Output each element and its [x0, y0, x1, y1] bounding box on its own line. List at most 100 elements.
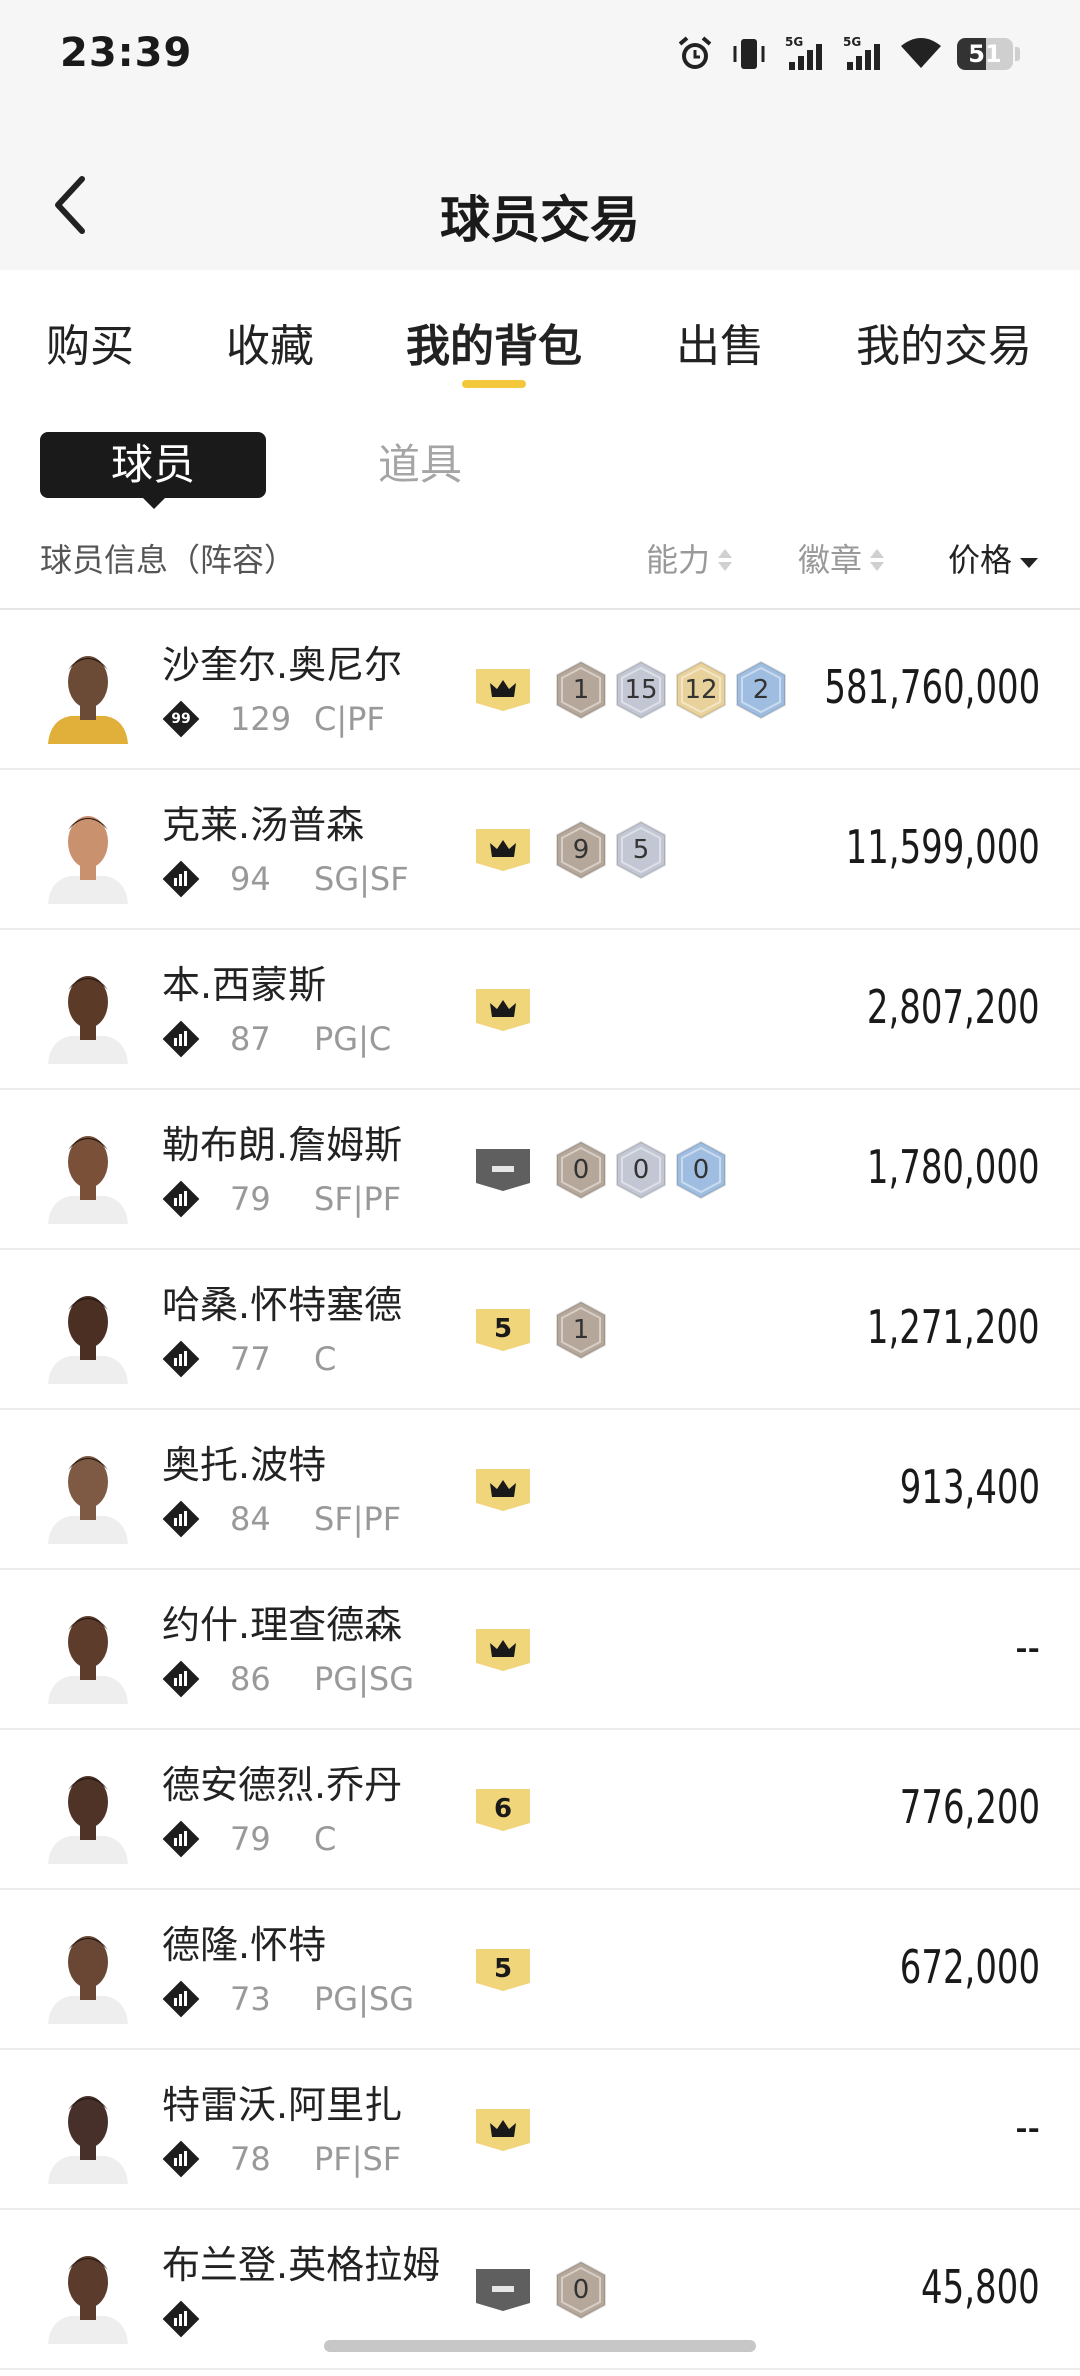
tab-buy[interactable]: 购买	[46, 310, 134, 374]
player-price: --	[1015, 2100, 1040, 2154]
ability-badges: 0 0 0	[476, 1138, 728, 1202]
player-meta: 79 C	[162, 1820, 336, 1858]
ability-badges: 51	[476, 1298, 608, 1362]
alarm-icon	[675, 34, 715, 74]
ability-badges: 95	[476, 818, 668, 882]
player-row[interactable]: 奥托.波特 84 SF|PF 913,400	[0, 1410, 1080, 1570]
player-avatar	[40, 1120, 136, 1224]
player-price: 11,599,000	[845, 820, 1040, 874]
player-row[interactable]: 特雷沃.阿里扎 78 PF|SF --	[0, 2050, 1080, 2210]
player-rating: 73	[230, 1980, 271, 2018]
player-position: PG|SG	[314, 1660, 414, 1698]
player-meta	[162, 2300, 314, 2338]
player-avatar	[40, 2080, 136, 2184]
tab-sell[interactable]: 出售	[676, 310, 764, 374]
player-position: SG|SF	[314, 860, 409, 898]
tab-favorites[interactable]: 收藏	[226, 310, 314, 374]
badge-count: 0	[692, 1155, 710, 1185]
player-name: 特雷沃.阿里扎	[162, 2083, 403, 2127]
badge-hexagon-silver: 5	[614, 820, 668, 880]
ability-card-gold: 5	[476, 1309, 530, 1351]
player-position: PG|C	[314, 1020, 392, 1058]
player-rating: 77	[230, 1340, 271, 1378]
tier-diamond-icon	[162, 1660, 200, 1698]
player-position: PG|SG	[314, 1980, 414, 2018]
home-indicator[interactable]	[324, 2340, 756, 2352]
tier-diamond-icon	[162, 1980, 200, 2018]
player-row[interactable]: 本.西蒙斯 87 PG|C 2,807,200	[0, 930, 1080, 1090]
player-position: SF|PF	[314, 1180, 402, 1218]
badge-count: 2	[752, 675, 770, 705]
player-row[interactable]: 德安德烈.乔丹 79 C 6 776,200	[0, 1730, 1080, 1890]
player-avatar	[40, 640, 136, 744]
player-price: 45,800	[921, 2260, 1040, 2314]
badge-hexagon-silver: 15	[614, 660, 668, 720]
badge-hexagon-silver: 0	[614, 1140, 668, 1200]
player-position: SF|PF	[314, 1500, 402, 1538]
player-name: 沙奎尔.奥尼尔	[162, 643, 403, 687]
badge-count: 5	[632, 835, 650, 865]
tab-my-trades[interactable]: 我的交易	[856, 310, 1032, 374]
player-rating: 78	[230, 2140, 271, 2178]
tier-diamond-icon	[162, 860, 200, 898]
status-time: 23:39	[60, 30, 193, 76]
badge-hexagon-gold: 12	[674, 660, 728, 720]
player-position: C	[314, 1340, 337, 1378]
signal-5g-icon: 5G	[841, 34, 885, 74]
column-price-sort[interactable]: 价格	[948, 540, 1039, 580]
badge-count: 0	[572, 1155, 590, 1185]
player-meta: 77 C	[162, 1340, 336, 1378]
player-meta: 87 PG|C	[162, 1020, 391, 1058]
segment-players[interactable]: 球员	[40, 432, 266, 498]
badge-count: 0	[632, 1155, 650, 1185]
player-avatar	[40, 960, 136, 1064]
ability-card-gold	[476, 1629, 530, 1671]
tier-diamond-icon	[162, 2140, 200, 2178]
ability-card-gold: 5	[476, 1949, 530, 1991]
player-position: C	[314, 1820, 337, 1858]
player-avatar	[40, 1600, 136, 1704]
player-rating: 94	[230, 860, 271, 898]
player-row[interactable]: 约什.理查德森 86 PG|SG --	[0, 1570, 1080, 1730]
tab-my-backpack[interactable]: 我的背包	[406, 310, 582, 374]
ability-card-gold	[476, 829, 530, 871]
badge-hexagon-bronze: 1	[554, 1300, 608, 1360]
column-badge-label: 徽章	[798, 541, 863, 579]
player-meta: 84 SF|PF	[162, 1500, 401, 1538]
badge-count: 1	[572, 675, 590, 705]
header-area: 23:39 5G 5G 51 球员交易	[0, 0, 1080, 270]
player-name: 德安德烈.乔丹	[162, 1763, 403, 1807]
sort-desc-icon	[1020, 558, 1039, 568]
badge-hexagon-blue: 0	[674, 1140, 728, 1200]
ability-badges: 5	[476, 1938, 548, 2002]
tab-bar: 购买 收藏 我的背包 出售 我的交易	[0, 270, 1080, 410]
tier-diamond-icon	[162, 1820, 200, 1858]
player-row[interactable]: 沙奎尔.奥尼尔 99 129 C|PF 1 15 12 2 581,760,000	[0, 610, 1080, 770]
player-name: 布兰登.英格拉姆	[162, 2243, 441, 2287]
column-badge-sort[interactable]: 徽章	[798, 540, 885, 580]
ability-badges: 1 15 12 2	[476, 658, 788, 722]
player-row[interactable]: 勒布朗.詹姆斯 79 SF|PF 0 0 0 1,780,000	[0, 1090, 1080, 1250]
player-price: 776,200	[899, 1780, 1040, 1834]
active-tab-indicator	[462, 380, 526, 388]
column-ability-sort[interactable]: 能力	[646, 540, 733, 580]
player-meta: 78 PF|SF	[162, 2140, 401, 2178]
player-price: 581,760,000	[824, 660, 1040, 714]
player-avatar	[40, 1280, 136, 1384]
dash-icon	[492, 1166, 514, 1172]
ability-card-gold	[476, 669, 530, 711]
player-row[interactable]: 哈桑.怀特塞德 77 C 51 1,271,200	[0, 1250, 1080, 1410]
badge-count: 9	[572, 835, 590, 865]
wifi-icon	[899, 34, 943, 74]
segment-pointer	[141, 496, 167, 509]
ability-badges	[476, 2098, 548, 2162]
tier-label: 99	[171, 711, 191, 727]
player-rating: 79	[230, 1820, 271, 1858]
column-price-label: 价格	[948, 541, 1013, 579]
badge-count: 1	[572, 1315, 590, 1345]
tier-diamond-icon	[162, 1340, 200, 1378]
ability-badges	[476, 978, 548, 1042]
segment-items[interactable]: 道具	[378, 432, 462, 498]
player-row[interactable]: 德隆.怀特 73 PG|SG 5 672,000	[0, 1890, 1080, 2050]
player-row[interactable]: 克莱.汤普森 94 SG|SF 95 11,599,000	[0, 770, 1080, 930]
